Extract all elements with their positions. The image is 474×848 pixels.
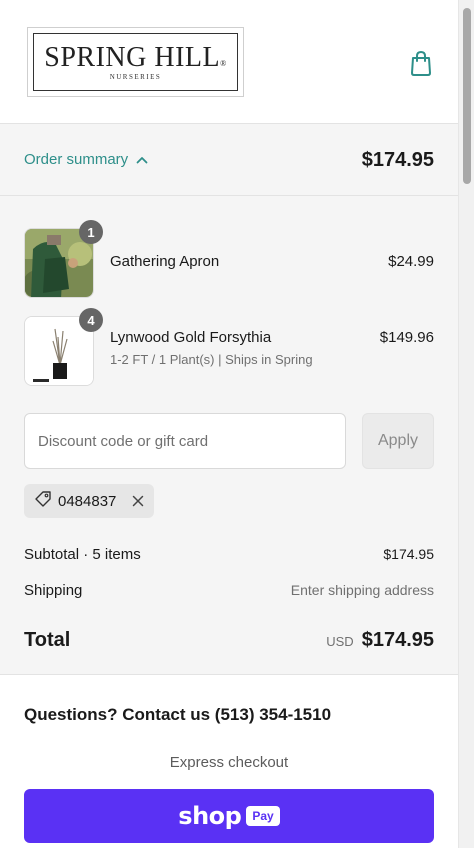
line-item: 4 Lynwood Gold Forsythia 1-2 FT / 1 Plan… bbox=[24, 308, 434, 388]
store-logo[interactable]: SPRING HILL® NURSERIES bbox=[27, 27, 244, 97]
scrollbar-thumb[interactable] bbox=[463, 8, 471, 184]
shopping-bag-icon[interactable] bbox=[408, 49, 434, 77]
order-summary-content: 1 Gathering Apron $24.99 4 Lynwood Gold … bbox=[0, 196, 458, 674]
scrollbar[interactable] bbox=[458, 0, 474, 848]
order-summary-bar: Order summary $174.95 bbox=[0, 124, 458, 196]
summary-total: $174.95 bbox=[361, 149, 434, 171]
logo-subtitle: NURSERIES bbox=[109, 72, 162, 81]
item-price: $149.96 bbox=[379, 329, 434, 346]
logo-title-text: SPRING HILL bbox=[44, 41, 221, 73]
line-item: 1 Gathering Apron $24.99 bbox=[24, 220, 434, 300]
logo-title: SPRING HILL® bbox=[44, 41, 227, 73]
item-variant: 1-2 FT / 1 Plant(s) | Ships in Spring bbox=[110, 352, 313, 367]
chevron-up-icon bbox=[136, 151, 148, 168]
express-checkout-label: Express checkout bbox=[169, 754, 289, 771]
header: SPRING HILL® NURSERIES bbox=[0, 0, 458, 124]
shop-pay-badge: Pay bbox=[246, 806, 280, 826]
item-price: $24.99 bbox=[388, 253, 434, 270]
close-icon[interactable] bbox=[132, 495, 144, 507]
item-name: Gathering Apron bbox=[110, 253, 220, 270]
shipping-label: Shipping bbox=[24, 582, 83, 599]
contact-info: Questions? Contact us (513) 354-1510 bbox=[24, 705, 332, 724]
total-row: Total USD $174.95 bbox=[24, 629, 434, 652]
shipping-value: Enter shipping address bbox=[290, 582, 434, 598]
tag-icon bbox=[34, 490, 52, 512]
logo-registered-mark: ® bbox=[220, 58, 227, 68]
applied-discount-code: 0484837 bbox=[58, 492, 117, 510]
apply-discount-button[interactable]: Apply bbox=[362, 413, 434, 469]
checkout-page: SPRING HILL® NURSERIES Order summary $17… bbox=[0, 0, 458, 848]
logo-frame: SPRING HILL® NURSERIES bbox=[33, 33, 238, 91]
order-summary-label: Order summary bbox=[24, 151, 129, 168]
checkout-footer: Questions? Contact us (513) 354-1510 Exp… bbox=[0, 674, 458, 848]
total-amount: USD $174.95 bbox=[326, 629, 434, 652]
quantity-badge: 4 bbox=[79, 308, 103, 332]
quantity-badge: 1 bbox=[79, 220, 103, 244]
shipping-row: Shipping Enter shipping address bbox=[24, 582, 434, 599]
subtotal-label: Subtotal · 5 items bbox=[24, 546, 141, 563]
subtotal-value: $174.95 bbox=[383, 546, 434, 562]
shop-pay-button[interactable]: shop Pay bbox=[24, 789, 434, 843]
total-value: $174.95 bbox=[361, 629, 434, 651]
currency-code: USD bbox=[326, 634, 354, 649]
order-summary-toggle[interactable]: Order summary bbox=[24, 151, 148, 168]
total-label: Total bbox=[24, 629, 71, 651]
applied-discount-chip: 0484837 bbox=[24, 484, 154, 518]
shop-pay-wordmark: shop bbox=[178, 802, 242, 830]
item-name: Lynwood Gold Forsythia bbox=[110, 329, 272, 346]
subtotal-row: Subtotal · 5 items $174.95 bbox=[24, 546, 434, 563]
discount-code-input[interactable] bbox=[24, 413, 346, 469]
